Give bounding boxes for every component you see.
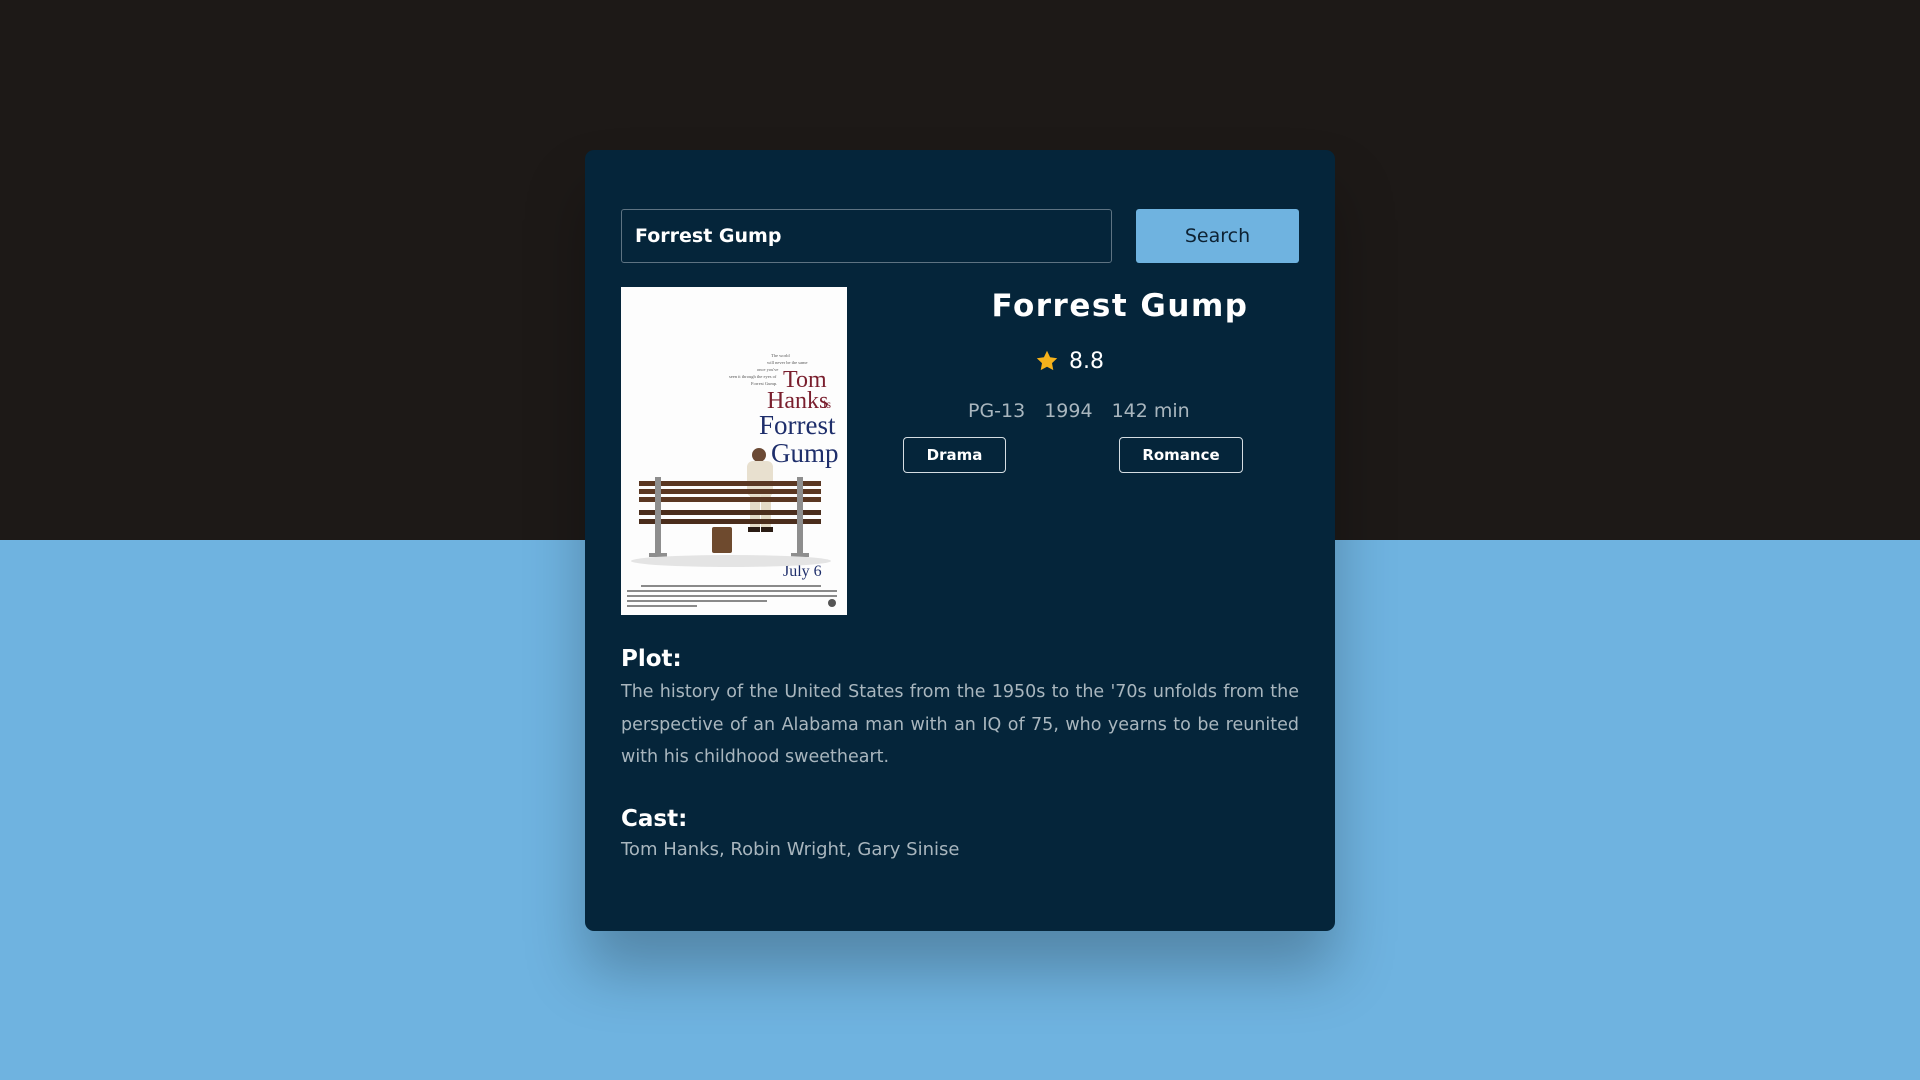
movie-meta: PG-13 1994 142 min	[968, 400, 1190, 422]
rating-value: 8.8	[1069, 348, 1104, 374]
rated: PG-13	[968, 400, 1026, 422]
cast-heading: Cast:	[621, 806, 688, 832]
search-input[interactable]	[621, 209, 1112, 263]
svg-text:The world: The world	[771, 353, 790, 358]
movie-card: Search The world will never be the same …	[585, 150, 1335, 931]
svg-text:seen it through the eyes of: seen it through the eyes of	[729, 374, 777, 379]
svg-text:will never be the same: will never be the same	[767, 360, 808, 365]
runtime: 142 min	[1111, 400, 1190, 422]
plot-text: The history of the United States from th…	[621, 682, 1299, 767]
svg-text:Forrest Gump.: Forrest Gump.	[751, 381, 777, 386]
genre-tag-romance[interactable]: Romance	[1119, 437, 1243, 473]
cast-text: Tom Hanks, Robin Wright, Gary Sinise	[621, 839, 960, 860]
star-icon	[1036, 350, 1058, 371]
svg-text:once you've: once you've	[757, 367, 778, 372]
poster-line2-suffix: is	[823, 397, 831, 411]
rating: 8.8	[1035, 346, 1104, 376]
search-button[interactable]: Search	[1136, 209, 1299, 263]
poster-line4: Gump	[771, 438, 839, 468]
year: 1994	[1044, 400, 1093, 422]
movie-poster: The world will never be the same once yo…	[621, 287, 847, 615]
genre-tag-drama[interactable]: Drama	[903, 437, 1006, 473]
movie-title: Forrest Gump	[991, 288, 1249, 324]
poster-line3: Forrest	[759, 410, 836, 440]
plot-heading: Plot:	[621, 646, 682, 672]
